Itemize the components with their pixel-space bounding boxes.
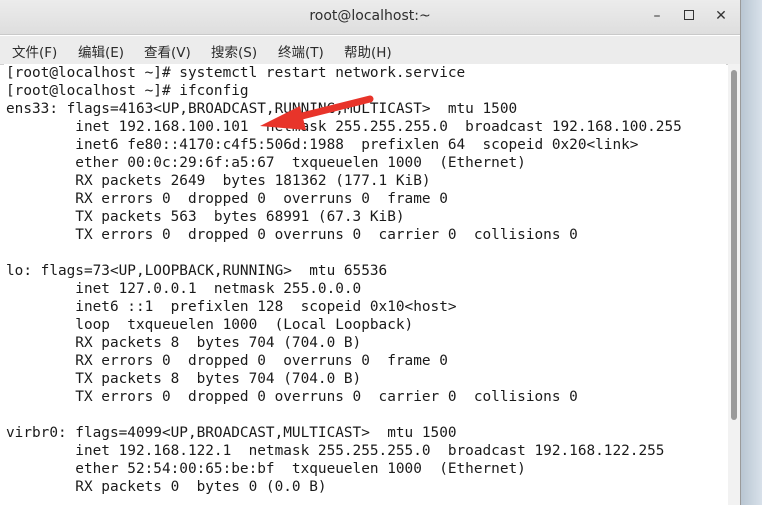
terminal-line: virbr0: flags=4099<UP,BROADCAST,MULTICAS… xyxy=(6,425,457,441)
menu-search[interactable]: 搜索(S) xyxy=(211,41,257,61)
terminal-line: inet6 fe80::4170:c4f5:506d:1988 prefixle… xyxy=(6,137,639,153)
menu-help[interactable]: 帮助(H) xyxy=(344,41,392,61)
terminal-window: root@localhost:~ – ✕ 文件(F) 编辑(E) 查看(V) 搜… xyxy=(0,0,741,505)
terminal-line: RX errors 0 dropped 0 overruns 0 frame 0 xyxy=(6,191,448,207)
scrollbar-thumb[interactable] xyxy=(731,70,737,420)
menu-edit[interactable]: 编辑(E) xyxy=(78,41,124,61)
terminal-line: [root@localhost ~]# ifconfig xyxy=(6,83,249,99)
terminal-output[interactable]: [root@localhost ~]# systemctl restart ne… xyxy=(4,64,726,505)
menu-file[interactable]: 文件(F) xyxy=(12,41,57,61)
terminal-line: [root@localhost ~]# systemctl restart ne… xyxy=(6,65,466,81)
menu-bar: 文件(F) 编辑(E) 查看(V) 搜索(S) 终端(T) 帮助(H) xyxy=(0,36,740,65)
terminal-line: ether 52:54:00:65:be:bf txqueuelen 1000 … xyxy=(6,461,526,477)
menu-terminal[interactable]: 终端(T) xyxy=(278,41,324,61)
window-title: root@localhost:~ xyxy=(309,8,431,24)
menu-view[interactable]: 查看(V) xyxy=(144,41,191,61)
terminal-line: TX packets 8 bytes 704 (704.0 B) xyxy=(6,371,362,387)
terminal-line: TX errors 0 dropped 0 overruns 0 carrier… xyxy=(6,227,578,243)
minimize-button[interactable]: – xyxy=(646,5,668,27)
terminal-line: RX packets 2649 bytes 181362 (177.1 KiB) xyxy=(6,173,431,189)
terminal-line: RX packets 8 bytes 704 (704.0 B) xyxy=(6,335,362,351)
terminal-line: TX packets 563 bytes 68991 (67.3 KiB) xyxy=(6,209,405,225)
terminal-line: loop txqueuelen 1000 (Local Loopback) xyxy=(6,317,414,333)
terminal-line: ens33: flags=4163<UP,BROADCAST,RUNNING,M… xyxy=(6,101,518,117)
terminal-line: ether 00:0c:29:6f:a5:67 txqueuelen 1000 … xyxy=(6,155,526,171)
maximize-icon xyxy=(684,10,694,20)
vertical-scrollbar[interactable] xyxy=(728,64,740,505)
terminal-line: RX packets 0 bytes 0 (0.0 B) xyxy=(6,479,327,495)
title-bar[interactable]: root@localhost:~ – ✕ xyxy=(0,0,740,35)
terminal-line: inet6 ::1 prefixlen 128 scopeid 0x10<hos… xyxy=(6,299,457,315)
desktop-background-right xyxy=(741,0,762,505)
terminal-line: inet 127.0.0.1 netmask 255.0.0.0 xyxy=(6,281,362,297)
terminal-line: TX errors 0 dropped 0 overruns 0 carrier… xyxy=(6,389,578,405)
terminal-line: inet 192.168.122.1 netmask 255.255.255.0… xyxy=(6,443,665,459)
terminal-line: lo: flags=73<UP,LOOPBACK,RUNNING> mtu 65… xyxy=(6,263,388,279)
terminal-line: RX errors 0 dropped 0 overruns 0 frame 0 xyxy=(6,353,448,369)
terminal-line: inet 192.168.100.101 netmask 255.255.255… xyxy=(6,119,682,135)
maximize-button[interactable] xyxy=(678,5,700,27)
close-button[interactable]: ✕ xyxy=(710,5,732,27)
